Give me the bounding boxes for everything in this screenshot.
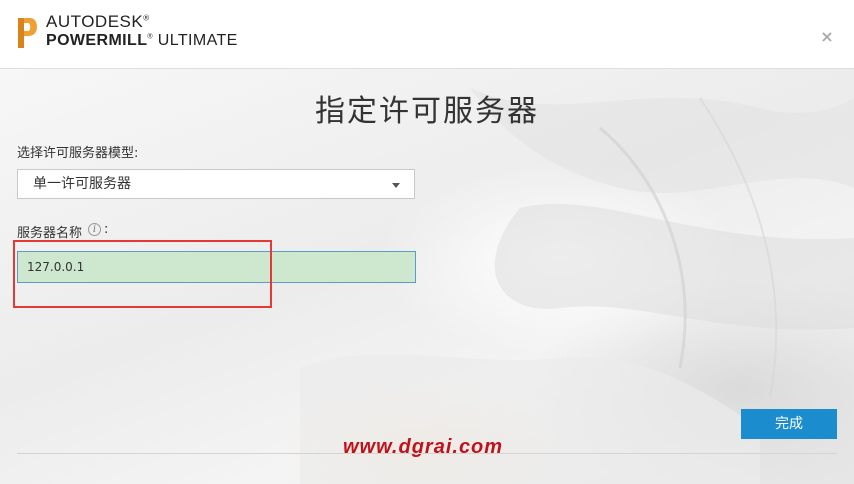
footer-divider <box>17 453 837 454</box>
license-model-dropdown[interactable]: 单一许可服务器 <box>17 169 415 199</box>
server-name-label: 服务器名称 <box>17 226 83 241</box>
done-button[interactable]: 完成 <box>741 409 837 439</box>
close-icon[interactable]: × <box>819 28 835 46</box>
brand-autodesk: AUTODESK® <box>46 12 150 31</box>
info-icon[interactable]: i <box>88 223 101 236</box>
model-label: 选择许可服务器模型: <box>17 146 139 161</box>
powermill-logo-icon <box>18 18 37 48</box>
brand-product: POWERMILL® ULTIMATE <box>46 32 238 49</box>
chevron-down-icon <box>392 183 400 188</box>
license-model-selected: 单一许可服务器 <box>33 176 131 192</box>
server-name-label-suffix: : <box>104 222 109 237</box>
annotation-highlight-box <box>13 240 272 308</box>
page-title: 指定许可服务器 <box>315 94 539 129</box>
watermark-text: www.dgrai.com <box>343 436 504 458</box>
header-bar: AUTODESK® POWERMILL® ULTIMATE × <box>0 0 854 69</box>
